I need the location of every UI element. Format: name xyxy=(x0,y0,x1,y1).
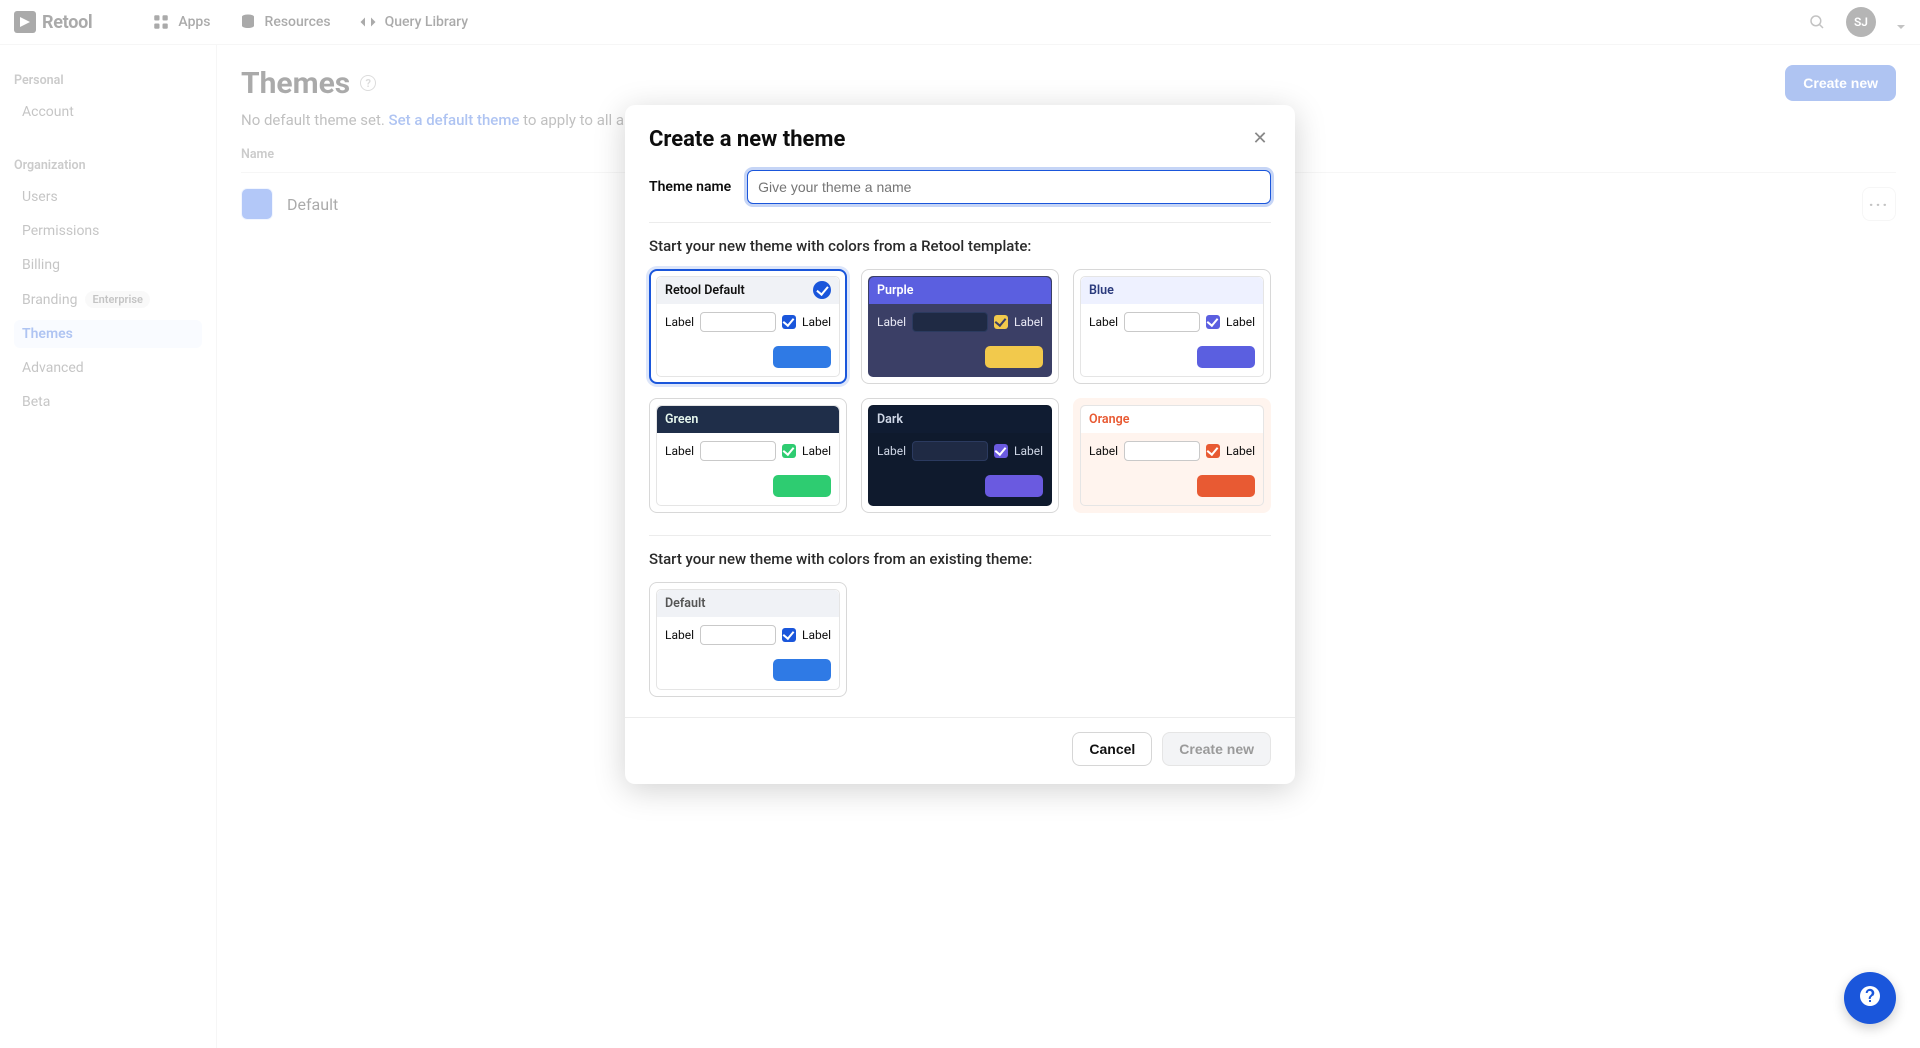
input-mock xyxy=(700,312,776,332)
input-mock xyxy=(912,441,988,461)
card-label: Label xyxy=(665,315,694,329)
cancel-button[interactable]: Cancel xyxy=(1072,732,1152,766)
card-label: Label xyxy=(802,628,831,642)
button-mock xyxy=(773,346,831,368)
help-fab[interactable] xyxy=(1844,972,1896,1024)
modal-footer: Cancel Create new xyxy=(625,717,1295,784)
existing-section-title: Start your new theme with colors from an… xyxy=(649,550,1271,568)
existing-theme-name: Default xyxy=(657,590,839,617)
theme-name-label: Theme name xyxy=(649,179,731,195)
card-label: Label xyxy=(1089,315,1118,329)
checkbox-mock-icon xyxy=(994,444,1008,458)
card-label: Label xyxy=(1226,444,1255,458)
input-mock xyxy=(700,441,776,461)
template-name: Orange xyxy=(1081,406,1263,433)
close-icon[interactable]: ✕ xyxy=(1247,125,1273,151)
template-card-dark[interactable]: Dark Label Label xyxy=(861,398,1059,513)
checkbox-mock-icon xyxy=(1206,444,1220,458)
existing-theme-card-default[interactable]: Default Label Label xyxy=(649,582,847,697)
checkbox-mock-icon xyxy=(782,444,796,458)
template-name: Blue xyxy=(1081,277,1263,304)
button-mock xyxy=(773,475,831,497)
modal-title: Create a new theme xyxy=(649,127,845,152)
checkbox-mock-icon xyxy=(782,315,796,329)
checkbox-mock-icon xyxy=(1206,315,1220,329)
template-name: Purple xyxy=(869,277,1051,304)
checkbox-mock-icon xyxy=(994,315,1008,329)
input-mock xyxy=(912,312,988,332)
template-name: Dark xyxy=(869,406,1051,433)
modal-overlay: Create a new theme ✕ Theme name Start yo… xyxy=(0,0,1920,1048)
card-label: Label xyxy=(802,444,831,458)
selected-check-icon xyxy=(813,281,831,299)
card-label: Label xyxy=(665,628,694,642)
card-label: Label xyxy=(1014,444,1043,458)
create-theme-modal: Create a new theme ✕ Theme name Start yo… xyxy=(625,105,1295,784)
template-card-green[interactable]: Green Label Label xyxy=(649,398,847,513)
button-mock xyxy=(773,659,831,681)
card-label: Label xyxy=(802,315,831,329)
templates-section-title: Start your new theme with colors from a … xyxy=(649,237,1271,255)
modal-create-new-button[interactable]: Create new xyxy=(1162,732,1271,766)
checkbox-mock-icon xyxy=(782,628,796,642)
help-icon xyxy=(1858,984,1882,1012)
button-mock xyxy=(985,475,1043,497)
template-card-blue[interactable]: Blue Label Label xyxy=(1073,269,1271,384)
card-label: Label xyxy=(1014,315,1043,329)
input-mock xyxy=(700,625,776,645)
template-card-retool-default[interactable]: Retool Default Label Label xyxy=(649,269,847,384)
template-name: Retool Default xyxy=(657,277,839,304)
card-label: Label xyxy=(1089,444,1118,458)
card-label: Label xyxy=(877,315,906,329)
theme-name-input[interactable] xyxy=(747,170,1271,204)
card-label: Label xyxy=(877,444,906,458)
button-mock xyxy=(1197,346,1255,368)
button-mock xyxy=(985,346,1043,368)
template-name: Green xyxy=(657,406,839,433)
card-label: Label xyxy=(665,444,694,458)
button-mock xyxy=(1197,475,1255,497)
input-mock xyxy=(1124,312,1200,332)
template-card-orange[interactable]: Orange Label Label xyxy=(1073,398,1271,513)
card-label: Label xyxy=(1226,315,1255,329)
input-mock xyxy=(1124,441,1200,461)
template-card-purple[interactable]: Purple Label Label xyxy=(861,269,1059,384)
